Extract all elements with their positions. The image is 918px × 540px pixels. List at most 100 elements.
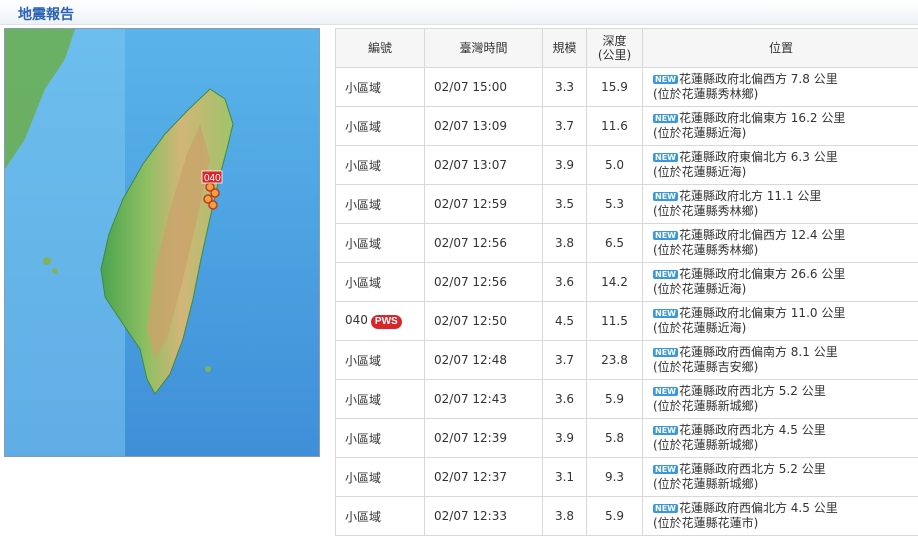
report-id[interactable]: 小區域 xyxy=(345,276,381,290)
location-main[interactable]: 花蓮縣政府北方 11.1 公里 xyxy=(679,189,821,203)
location-main[interactable]: 花蓮縣政府北偏西方 7.8 公里 xyxy=(679,72,838,86)
table-row[interactable]: 小區域 02/07 12:48 3.7 23.8 NEW 花蓮縣政府西偏南方 8.1 公里… xyxy=(335,340,918,380)
location-main[interactable]: 花蓮縣政府西偏南方 8.1 公里 xyxy=(679,345,838,359)
cell-location: NEW 花蓮縣政府西偏南方 8.1 公里 (位於花蓮縣吉安鄉) xyxy=(642,340,918,380)
penghu-island xyxy=(52,268,58,274)
location-main[interactable]: 花蓮縣政府北偏東方 11.0 公里 xyxy=(679,306,845,320)
cell-depth: 15.9 xyxy=(586,67,643,107)
cell-time: 02/07 12:56 xyxy=(424,223,543,263)
cell-time: 02/07 13:09 xyxy=(424,106,543,146)
new-badge-icon: NEW xyxy=(653,192,678,201)
cell-location: NEW 花蓮縣政府北偏西方 7.8 公里 (位於花蓮縣秀林鄉) xyxy=(642,67,918,107)
location-main[interactable]: 花蓮縣政府西偏北方 4.5 公里 xyxy=(679,501,838,515)
table-row[interactable]: 小區域 02/07 12:59 3.5 5.3 NEW 花蓮縣政府北方 11.1 公里 (位… xyxy=(335,184,918,224)
cell-time: 02/07 12:48 xyxy=(424,340,543,380)
table-row[interactable]: 小區域 02/07 12:39 3.9 5.8 NEW 花蓮縣政府西北方 4.5 公里 (位… xyxy=(335,418,918,458)
location-main[interactable]: 花蓮縣政府西北方 4.5 公里 xyxy=(679,423,826,437)
cell-time: 02/07 12:59 xyxy=(424,184,543,224)
location-sub: (位於花蓮縣秀林鄉) xyxy=(653,204,759,218)
cell-id: 小區域 xyxy=(335,418,425,458)
report-id[interactable]: 小區域 xyxy=(345,81,381,95)
table-row[interactable]: 小區域 02/07 13:07 3.9 5.0 NEW 花蓮縣政府東偏北方 6.3 公里(… xyxy=(335,145,918,185)
col-header-id: 編號 xyxy=(335,28,425,68)
cell-location: NEW 花蓮縣政府北偏西方 12.4 公里 (位於花蓮縣秀林鄉) xyxy=(642,223,918,263)
cell-depth: 5.0 xyxy=(586,145,643,185)
location-sub: (位於花蓮縣吉安鄉) xyxy=(653,360,759,374)
report-id[interactable]: 小區域 xyxy=(345,510,381,524)
table-row[interactable]: 小區域 02/07 12:37 3.1 9.3 NEW 花蓮縣政府西北方 5.2 公里 (位… xyxy=(335,457,918,497)
location-main[interactable]: 花蓮縣政府北偏西方 12.4 公里 xyxy=(679,228,845,242)
location-sub: (位於花蓮縣秀林鄉) xyxy=(653,243,759,257)
location-main[interactable]: 花蓮縣政府西北方 5.2 公里 xyxy=(679,384,826,398)
cell-id: 小區域 xyxy=(335,145,425,185)
taiwan-map: 040 xyxy=(5,29,319,456)
new-badge-icon: NEW xyxy=(653,153,678,162)
cell-magnitude: 3.8 xyxy=(542,223,587,263)
cell-time: 02/07 12:39 xyxy=(424,418,543,458)
cell-location: NEW 花蓮縣政府北偏東方 26.6 公里 (位於花蓮縣近海) xyxy=(642,262,918,302)
table-row[interactable]: 040 PWS 02/07 12:50 4.5 11.5 NEW 花蓮縣政府北偏東方 11.… xyxy=(335,301,918,341)
col-header-location: 位置 xyxy=(642,28,918,68)
report-id[interactable]: 小區域 xyxy=(345,471,381,485)
cell-id: 小區域 xyxy=(335,223,425,263)
cell-magnitude: 4.5 xyxy=(542,301,587,341)
cell-id: 小區域 xyxy=(335,262,425,302)
cell-id: 小區域 xyxy=(335,457,425,497)
cell-id: 小區域 xyxy=(335,184,425,224)
location-sub: (位於花蓮縣新城鄉) xyxy=(653,438,759,452)
report-id[interactable]: 小區域 xyxy=(345,237,381,251)
pws-badge: PWS xyxy=(370,315,402,329)
location-main[interactable]: 花蓮縣政府北偏東方 26.6 公里 xyxy=(679,267,845,281)
location-sub: (位於花蓮縣近海) xyxy=(653,282,747,296)
col-header-magnitude: 規模 xyxy=(542,28,587,68)
cell-depth: 5.8 xyxy=(586,418,643,458)
location-main[interactable]: 花蓮縣政府北偏東方 16.2 公里 xyxy=(679,111,845,125)
cell-location: NEW 花蓮縣政府西偏北方 4.5 公里 (位於花蓮縣花蓮市) xyxy=(642,496,918,536)
report-id[interactable]: 小區域 xyxy=(345,393,381,407)
report-id[interactable]: 小區域 xyxy=(345,432,381,446)
table-row[interactable]: 小區域 02/07 15:00 3.3 15.9 NEW 花蓮縣政府北偏西方 7.8 公里… xyxy=(335,67,918,107)
new-badge-icon: NEW xyxy=(653,465,678,474)
table-row[interactable]: 小區域 02/07 12:56 3.6 14.2 NEW 花蓮縣政府北偏東方 26.6 公… xyxy=(335,262,918,302)
cell-depth: 14.2 xyxy=(586,262,643,302)
cell-location: NEW 花蓮縣政府西北方 5.2 公里 (位於花蓮縣新城鄉) xyxy=(642,457,918,497)
table-row[interactable]: 小區域 02/07 13:09 3.7 11.6 NEW 花蓮縣政府北偏東方 16.2 公… xyxy=(335,106,918,146)
new-badge-icon: NEW xyxy=(653,75,678,84)
new-badge-icon: NEW xyxy=(653,387,678,396)
cell-location: NEW 花蓮縣政府北偏東方 11.0 公里 (位於花蓮縣近海) xyxy=(642,301,918,341)
table-row[interactable]: 小區域 02/07 12:43 3.6 5.9 NEW 花蓮縣政府西北方 5.2 公里 (位… xyxy=(335,379,918,419)
cell-time: 02/07 12:56 xyxy=(424,262,543,302)
cell-magnitude: 3.6 xyxy=(542,379,587,419)
report-id[interactable]: 040 xyxy=(345,313,368,327)
col-header-depth: 深度 (公里) xyxy=(586,28,643,68)
location-sub: (位於花蓮縣花蓮市) xyxy=(653,516,759,530)
cell-id: 小區域 xyxy=(335,340,425,380)
new-badge-icon: NEW xyxy=(653,270,678,279)
report-id[interactable]: 小區域 xyxy=(345,354,381,368)
col-header-time: 臺灣時間 xyxy=(424,28,543,68)
epicenter-label: 040 xyxy=(204,173,221,184)
cell-time: 02/07 12:37 xyxy=(424,457,543,497)
table-row[interactable]: 小區域 02/07 12:56 3.8 6.5 NEW 花蓮縣政府北偏西方 12.4 公里… xyxy=(335,223,918,263)
earthquake-report-table: 編號 臺灣時間 規模 深度 (公里) 位置 小區域 02/07 15:00 3.3 15… xyxy=(335,28,918,536)
cell-location: NEW 花蓮縣政府東偏北方 6.3 公里 (位於花蓮縣近海) xyxy=(642,145,918,185)
report-id[interactable]: 小區域 xyxy=(345,120,381,134)
table-header-row: 編號 臺灣時間 規模 深度 (公里) 位置 xyxy=(335,28,918,68)
green-island xyxy=(205,366,211,372)
cell-depth: 11.6 xyxy=(586,106,643,146)
location-main[interactable]: 花蓮縣政府西北方 5.2 公里 xyxy=(679,462,826,476)
cell-id: 小區域 xyxy=(335,496,425,536)
location-main[interactable]: 花蓮縣政府東偏北方 6.3 公里 xyxy=(679,150,838,164)
earthquake-map[interactable]: 040 xyxy=(4,28,320,457)
cell-magnitude: 3.3 xyxy=(542,67,587,107)
location-sub: (位於花蓮縣近海) xyxy=(653,165,747,179)
cell-magnitude: 3.1 xyxy=(542,457,587,497)
location-sub: (位於花蓮縣新城鄉) xyxy=(653,477,759,491)
cell-time: 02/07 13:07 xyxy=(424,145,543,185)
table-row[interactable]: 小區域 02/07 12:33 3.8 5.9 NEW 花蓮縣政府西偏北方 4.5 公里(… xyxy=(335,496,918,536)
report-id[interactable]: 小區域 xyxy=(345,198,381,212)
cell-id: 040 PWS xyxy=(335,301,425,341)
location-sub: (位於花蓮縣秀林鄉) xyxy=(653,87,759,101)
cell-depth: 11.5 xyxy=(586,301,643,341)
report-id[interactable]: 小區域 xyxy=(345,159,381,173)
